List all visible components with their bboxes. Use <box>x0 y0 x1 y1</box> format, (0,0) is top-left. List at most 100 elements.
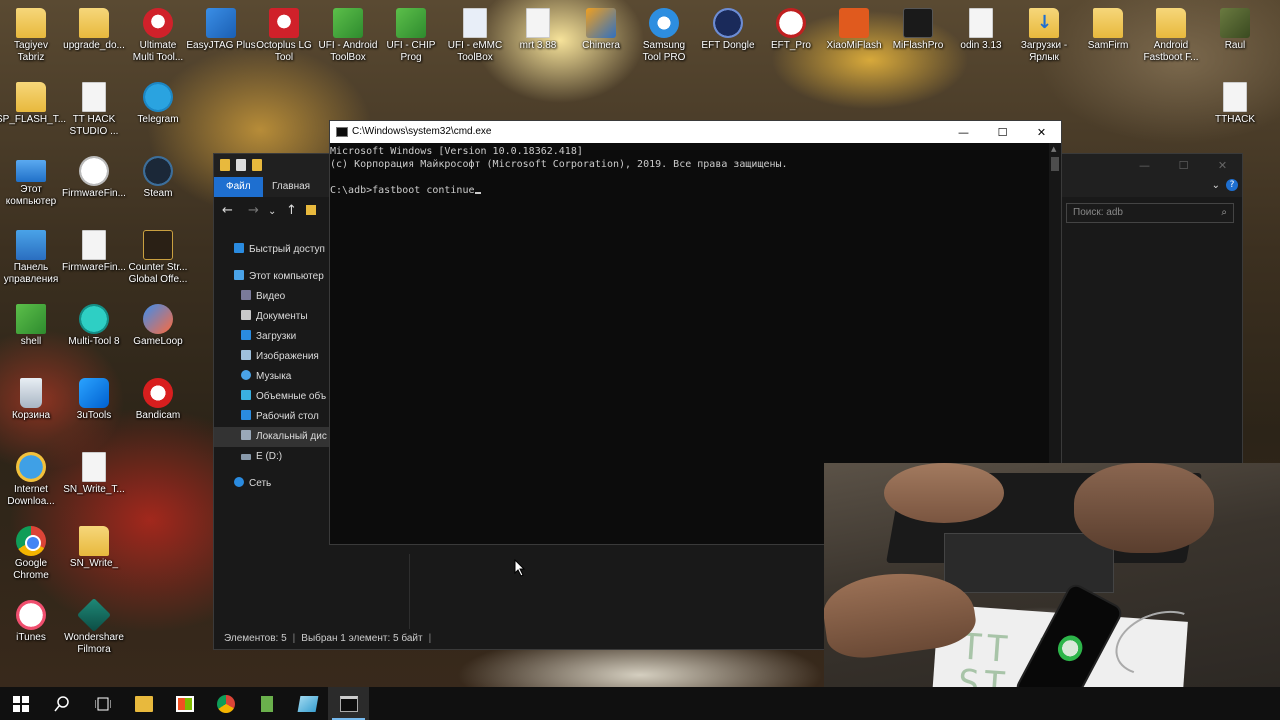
desktop-icon-odin[interactable]: odin 3.13 <box>946 8 1016 52</box>
desktop-icon-miflashpro[interactable]: MiFlashPro <box>883 8 953 52</box>
taskbar-search-button[interactable] <box>41 687 82 720</box>
desktop-icon-upgrade[interactable]: upgrade_do... <box>59 8 129 52</box>
desktop-icon-csgo[interactable]: Counter Str... Global Offe... <box>123 230 193 286</box>
tab-file[interactable]: Файл <box>214 177 263 197</box>
desktop-icon-sn-write-t[interactable]: SN_Write_T... <box>59 452 129 496</box>
desktop-icon-telegram[interactable]: Telegram <box>123 82 193 126</box>
desktop-icon-sn-write[interactable]: SN_Write_ <box>59 526 129 570</box>
search-input[interactable]: Поиск: adb ⌕ <box>1066 203 1234 223</box>
desktop-icon-raul[interactable]: Raul <box>1200 8 1270 52</box>
network-icon <box>234 477 244 487</box>
nav-documents[interactable]: Документы <box>214 307 329 327</box>
desktop-icon-control-panel[interactable]: Панель управления <box>0 230 66 286</box>
taskbar-notepad[interactable] <box>287 687 328 720</box>
desktop-icon-idm[interactable]: Internet Downloa... <box>0 452 66 508</box>
nav-this-pc[interactable]: Этот компьютер <box>214 267 329 287</box>
status-selection: Выбран 1 элемент: 5 байт <box>301 633 423 644</box>
desktop-icon-ufi-chip[interactable]: UFI - CHIP Prog <box>376 8 446 64</box>
control-panel-icon <box>16 230 46 260</box>
taskbar-cmd[interactable] <box>328 687 369 720</box>
desktop-icon-multi-tool-8[interactable]: Multi-Tool 8 <box>59 304 129 348</box>
desktop-icon-label: SN_Write_T... <box>63 484 125 495</box>
desktop-icon-samsung-tool[interactable]: Samsung Tool PRO <box>629 8 699 64</box>
desktop-icon-itunes[interactable]: iTunes <box>0 600 66 644</box>
desktop-icon-tagiyev-tabriz[interactable]: Tagiyev Tabriz <box>0 8 66 64</box>
cmd-maximize-button[interactable]: ☐ <box>983 121 1022 143</box>
folder-icon <box>306 205 316 215</box>
cmd-console[interactable]: Microsoft Windows [Version 10.0.18362.41… <box>330 145 1050 197</box>
nav-drive-e[interactable]: E (D:) <box>214 447 329 467</box>
desktop-icon-label: Tagiyev Tabriz <box>14 40 48 63</box>
desktop-icon-tt-hack-studio[interactable]: TT HACK STUDIO ... <box>59 82 129 138</box>
desktop-icon-samfirm[interactable]: SamFirm <box>1073 8 1143 52</box>
desktop-icon-label: Multi-Tool 8 <box>68 336 120 347</box>
desktop-icon-label: Bandicam <box>135 410 181 421</box>
properties-icon[interactable] <box>236 159 246 171</box>
folder-icon <box>79 8 109 38</box>
console-prompt-line: C:\adb>fastboot continue <box>330 184 1050 197</box>
taskbar-app-green[interactable] <box>246 687 287 720</box>
android-icon <box>333 8 363 38</box>
taskbar-store[interactable] <box>164 687 205 720</box>
desktop-icon-chimera[interactable]: Chimera <box>566 8 636 52</box>
desktop-icon-3utools[interactable]: 3uTools <box>59 378 129 422</box>
desktop-icon-chrome[interactable]: Google Chrome <box>0 526 66 582</box>
scroll-up-icon[interactable]: ▲ <box>1051 145 1056 153</box>
nav-pictures[interactable]: Изображения <box>214 347 329 367</box>
desktop-icon-label: Internet Downloa... <box>7 484 55 507</box>
desktop-icon-shell[interactable]: shell <box>0 304 66 348</box>
desktop-icon-this-pc[interactable]: Этот компьютер <box>0 156 66 208</box>
scrollbar-thumb[interactable] <box>1051 157 1059 171</box>
folder-icon[interactable] <box>220 159 230 171</box>
desktop-icon-easyjtag[interactable]: EasyJTAG Plus <box>186 8 256 52</box>
nav-quick-access[interactable]: Быстрый доступ <box>214 240 329 260</box>
help-icon[interactable]: ? <box>1226 179 1238 191</box>
cmd-close-button[interactable]: ✕ <box>1022 121 1061 143</box>
nav-music[interactable]: Музыка <box>214 367 329 387</box>
chevron-down-icon[interactable]: ⌄ <box>1212 180 1220 191</box>
desktop-icon-gameloop[interactable]: GameLoop <box>123 304 193 348</box>
desktop-icon-mrt[interactable]: mrt 3.88 <box>503 8 573 52</box>
new-folder-icon[interactable] <box>252 159 262 171</box>
nav-network[interactable]: Сеть <box>214 474 329 494</box>
nav-videos[interactable]: Видео <box>214 287 329 307</box>
nav-downloads[interactable]: Загрузки <box>214 327 329 347</box>
desktop-icon-sp-flash[interactable]: SP_FLASH_T... <box>0 82 66 126</box>
desktop-icon-bandicam[interactable]: Bandicam <box>123 378 193 422</box>
desktop-icon-android-fastboot[interactable]: Android Fastboot F... <box>1136 8 1206 64</box>
desktop-icon-firmwarefinder[interactable]: FirmwareFin... <box>59 156 129 200</box>
nav-local-disk[interactable]: Локальный дис <box>214 427 329 447</box>
status-item-count: Элементов: 5 <box>224 633 287 644</box>
up-arrow-icon[interactable]: ↑ <box>286 203 297 218</box>
nav-label: Видео <box>256 291 286 302</box>
explorer-minimize-button[interactable]: — <box>1125 154 1164 177</box>
desktop-icon-ufi-emmc[interactable]: UFI - eMMC ToolBox <box>440 8 510 64</box>
desktop-icon-recycle-bin[interactable]: Корзина <box>0 378 66 422</box>
recent-dropdown-icon[interactable]: ⌄ <box>268 206 276 217</box>
explorer-close-button[interactable]: ✕ <box>1203 154 1242 177</box>
cmd-minimize-button[interactable]: — <box>944 121 983 143</box>
back-arrow-icon[interactable]: ← <box>222 203 233 218</box>
desktop-icon-firmwarefinder-2[interactable]: FirmwareFin... <box>59 230 129 274</box>
cmd-titlebar[interactable]: C:\Windows\system32\cmd.exe — ☐ ✕ <box>330 121 1061 143</box>
desktop-icon-eft-dongle[interactable]: EFT Dongle <box>693 8 763 52</box>
forward-arrow-icon[interactable]: → <box>248 203 259 218</box>
desktop-icon-octoplus[interactable]: Octoplus LG Tool <box>249 8 319 64</box>
tab-home[interactable]: Главная <box>260 177 322 197</box>
explorer-maximize-button[interactable]: ☐ <box>1164 154 1203 177</box>
desktop-icon-ufi-android[interactable]: UFI - Android ToolBox <box>313 8 383 64</box>
desktop-icon-filmora[interactable]: Wondershare Filmora <box>59 598 129 656</box>
pane-divider[interactable] <box>409 554 410 629</box>
task-view-button[interactable] <box>82 687 123 720</box>
desktop-icon-tthack[interactable]: TTHACK <box>1200 82 1270 126</box>
nav-desktop[interactable]: Рабочий стол <box>214 407 329 427</box>
taskbar-chrome[interactable] <box>205 687 246 720</box>
desktop-icon-ultimate-multi-tool[interactable]: Ultimate Multi Tool... <box>123 8 193 64</box>
desktop-icon-downloads-shortcut[interactable]: Загрузки - Ярлык <box>1009 8 1079 64</box>
desktop-icon-steam[interactable]: Steam <box>123 156 193 200</box>
nav-3d-objects[interactable]: Объемные объ <box>214 387 329 407</box>
desktop-icon-xiaomiflash[interactable]: XiaoMiFlash <box>819 8 889 52</box>
taskbar-file-explorer[interactable] <box>123 687 164 720</box>
desktop-icon-eft-pro[interactable]: EFT_Pro <box>756 8 826 52</box>
start-button[interactable] <box>0 687 41 720</box>
